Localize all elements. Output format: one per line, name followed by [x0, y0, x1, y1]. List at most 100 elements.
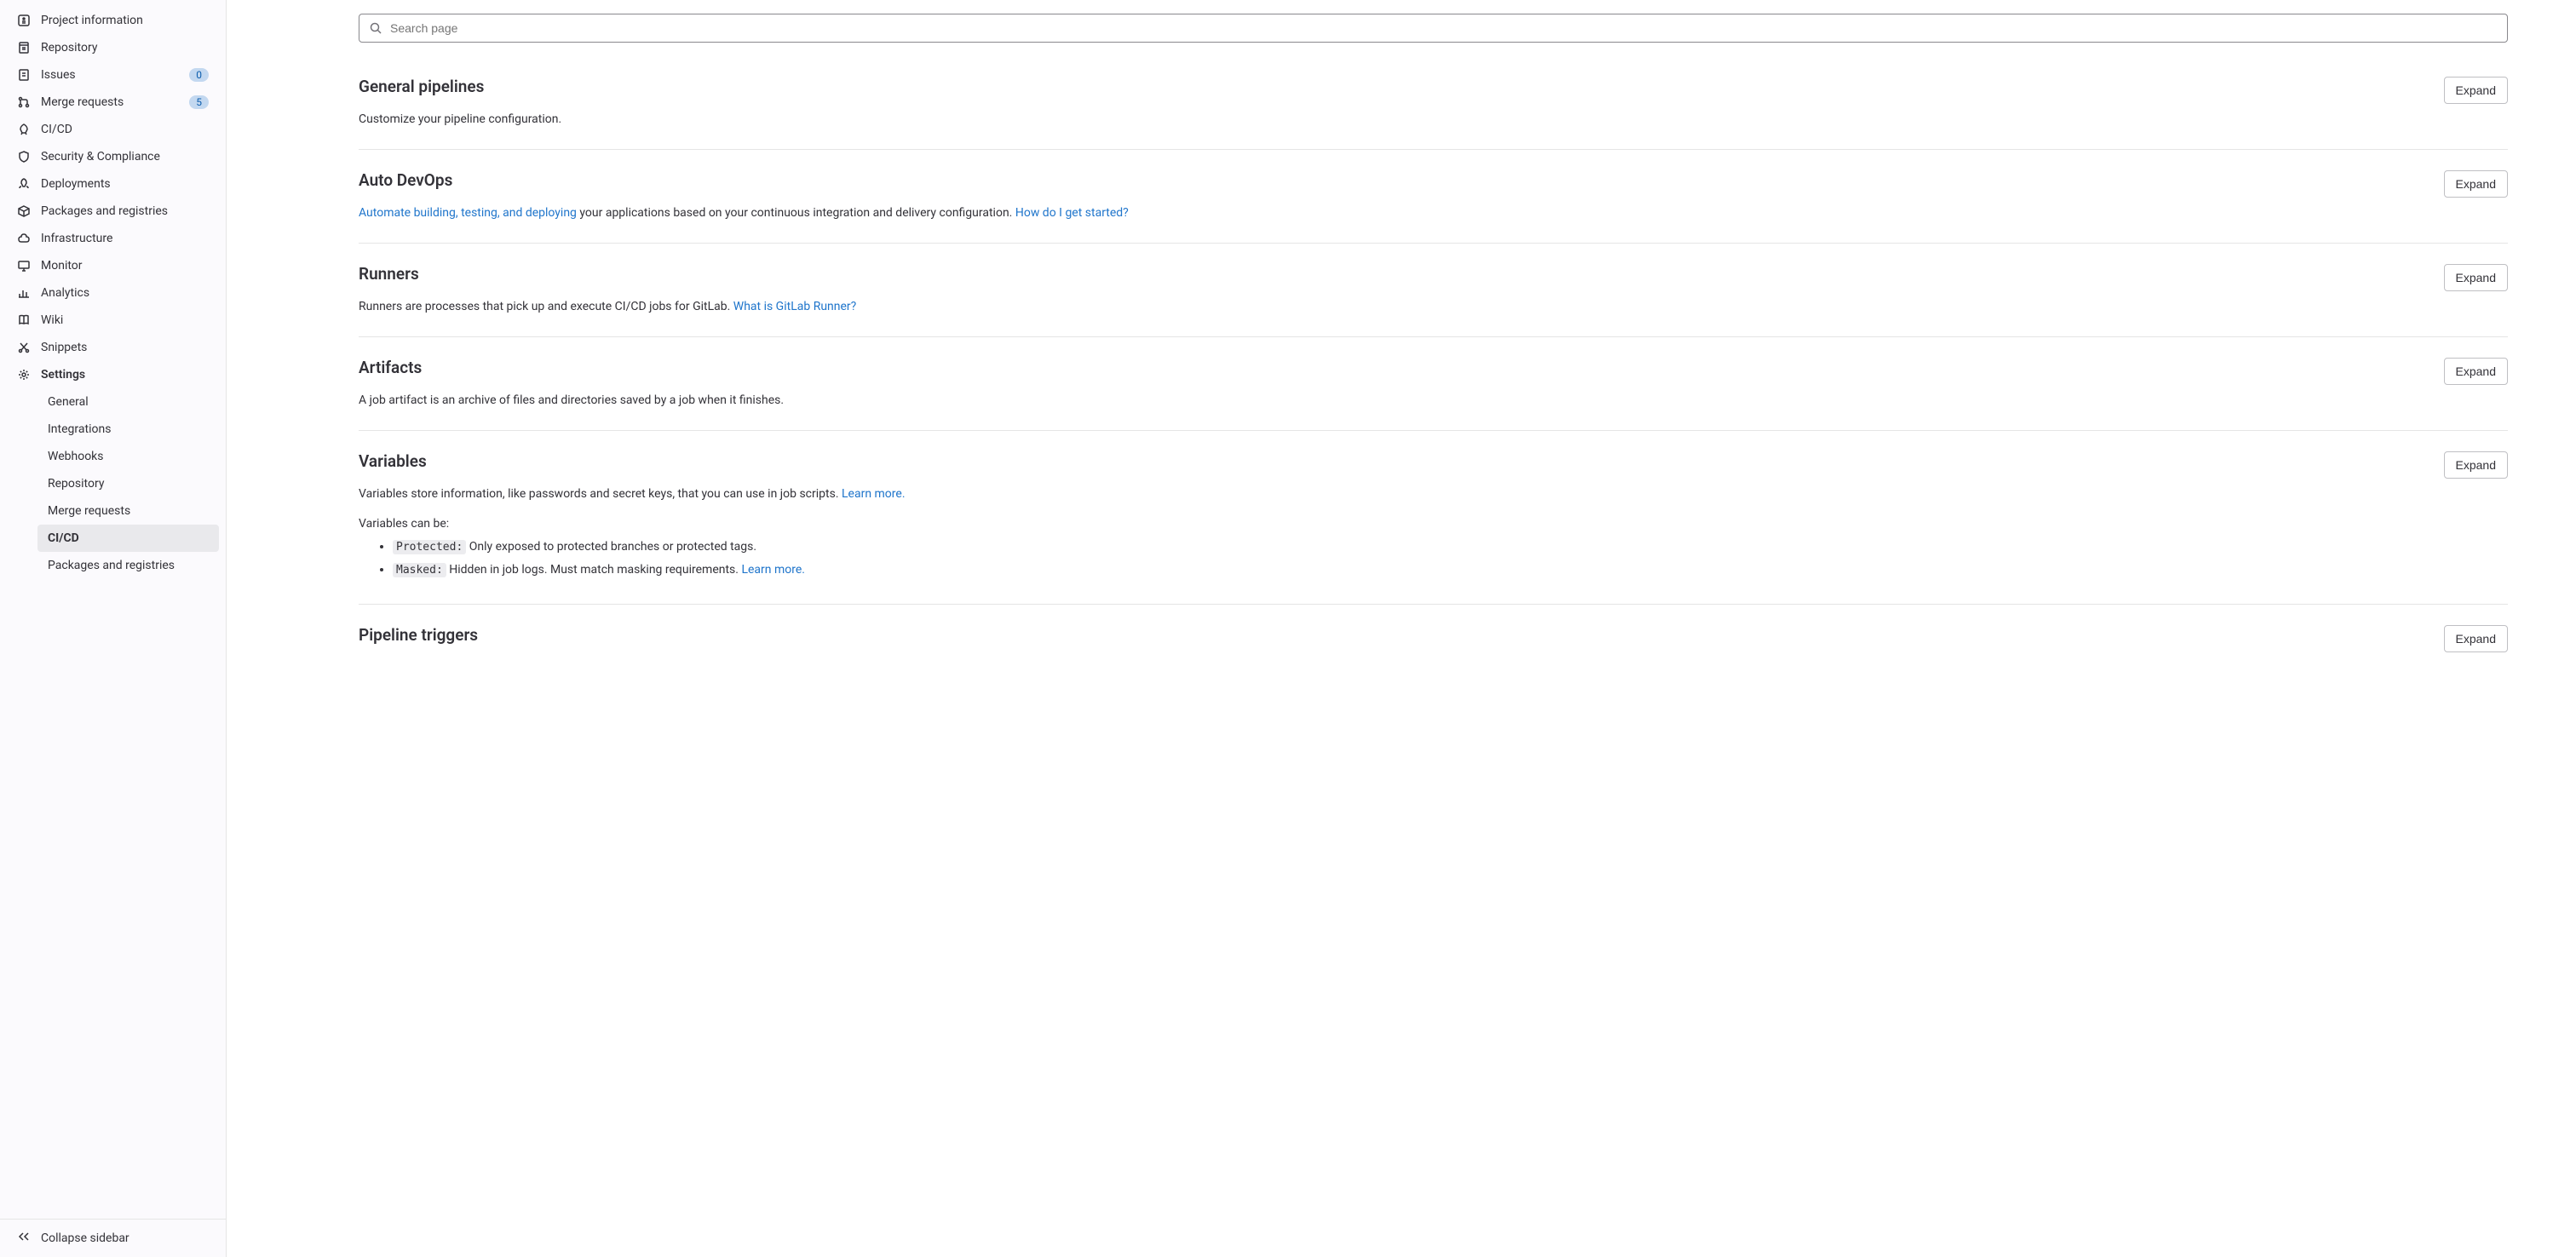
variable-types-list: Protected: Only exposed to protected bra… [359, 537, 2508, 580]
section-header: General pipelines Expand [359, 77, 2508, 104]
sidebar-item-analytics[interactable]: Analytics [7, 279, 219, 307]
runner-link[interactable]: What is GitLab Runner? [733, 300, 857, 313]
protected-desc: Only exposed to protected branches or pr… [466, 540, 756, 554]
search-container [359, 14, 2508, 43]
gear-icon [17, 368, 31, 382]
list-item: Protected: Only exposed to protected bra… [393, 537, 2508, 557]
sidebar-item-label: Settings [41, 368, 85, 382]
expand-button[interactable]: Expand [2444, 170, 2508, 198]
sidebar-item-project-information[interactable]: Project information [7, 7, 219, 34]
expand-button[interactable]: Expand [2444, 264, 2508, 291]
repository-icon [17, 41, 31, 55]
sidebar-sub-repository[interactable]: Repository [37, 470, 219, 497]
variables-can-be: Variables can be: [359, 517, 2508, 531]
expand-button[interactable]: Expand [2444, 358, 2508, 385]
project-icon [17, 14, 31, 27]
sidebar-item-monitor[interactable]: Monitor [7, 252, 219, 279]
mr-badge: 5 [189, 95, 209, 109]
section-header: Runners Expand [359, 264, 2508, 291]
sidebar: Project information Repository Issues 0 … [0, 0, 227, 1257]
sidebar-item-cicd[interactable]: CI/CD [7, 116, 219, 143]
collapse-sidebar-button[interactable]: Collapse sidebar [0, 1219, 226, 1257]
merge-icon [17, 95, 31, 109]
sidebar-sub-packages[interactable]: Packages and registries [37, 552, 219, 579]
masked-code: Masked: [393, 563, 446, 577]
sidebar-sub-merge-requests[interactable]: Merge requests [37, 497, 219, 525]
sidebar-sub-label: Repository [48, 477, 104, 491]
sidebar-sub-label: Merge requests [48, 504, 130, 518]
section-title: General pipelines [359, 77, 484, 96]
issues-icon [17, 68, 31, 82]
sidebar-sub-label: General [48, 395, 89, 409]
rocket-icon [17, 123, 31, 136]
package-icon [17, 204, 31, 218]
sidebar-nav: Project information Repository Issues 0 … [0, 0, 226, 1219]
expand-button[interactable]: Expand [2444, 625, 2508, 652]
sidebar-sub-label: CI/CD [48, 531, 79, 545]
sidebar-sub-label: Webhooks [48, 450, 104, 463]
list-item: Masked: Hidden in job logs. Must match m… [393, 560, 2508, 580]
masked-learn-more-link[interactable]: Learn more. [741, 563, 805, 577]
book-icon [17, 313, 31, 327]
section-runners: Runners Expand Runners are processes tha… [359, 264, 2508, 337]
section-variables: Variables Expand Variables store informa… [359, 451, 2508, 605]
sidebar-item-label: Project information [41, 14, 143, 27]
sidebar-item-merge-requests[interactable]: Merge requests 5 [7, 89, 219, 116]
sidebar-sub-cicd[interactable]: CI/CD [37, 525, 219, 552]
section-header: Artifacts Expand [359, 358, 2508, 385]
sidebar-item-issues[interactable]: Issues 0 [7, 61, 219, 89]
sidebar-item-label: Merge requests [41, 95, 124, 109]
chevron-left-icon [17, 1230, 31, 1247]
sidebar-item-infrastructure[interactable]: Infrastructure [7, 225, 219, 252]
sidebar-sub-label: Integrations [48, 422, 111, 436]
search-input[interactable] [359, 14, 2508, 43]
infrastructure-icon [17, 232, 31, 245]
sidebar-sub-integrations[interactable]: Integrations [37, 416, 219, 443]
section-title: Pipeline triggers [359, 625, 478, 645]
collapse-label: Collapse sidebar [41, 1231, 129, 1245]
section-auto-devops: Auto DevOps Expand Automate building, te… [359, 170, 2508, 244]
expand-button[interactable]: Expand [2444, 451, 2508, 479]
issues-badge: 0 [189, 68, 209, 82]
shield-icon [17, 150, 31, 164]
variables-extra: Variables can be: Protected: Only expose… [359, 517, 2508, 580]
sidebar-item-label: Infrastructure [41, 232, 112, 245]
snippets-icon [17, 341, 31, 354]
sidebar-item-wiki[interactable]: Wiki [7, 307, 219, 334]
search-icon [369, 21, 382, 35]
sidebar-item-settings[interactable]: Settings [7, 361, 219, 388]
sidebar-item-snippets[interactable]: Snippets [7, 334, 219, 361]
section-header: Auto DevOps Expand [359, 170, 2508, 198]
section-title: Variables [359, 451, 427, 471]
section-pipeline-triggers: Pipeline triggers Expand [359, 625, 2508, 680]
desc-text: your applications based on your continuo… [577, 206, 1015, 220]
sidebar-item-label: Repository [41, 41, 97, 55]
sidebar-item-label: CI/CD [41, 123, 72, 136]
deployments-icon [17, 177, 31, 191]
section-title: Runners [359, 264, 419, 284]
learn-more-link[interactable]: Learn more. [842, 487, 906, 501]
sidebar-item-label: Wiki [41, 313, 63, 327]
sidebar-sub-general[interactable]: General [37, 388, 219, 416]
autodevops-link[interactable]: Automate building, testing, and deployin… [359, 206, 577, 220]
section-header: Pipeline triggers Expand [359, 625, 2508, 652]
expand-button[interactable]: Expand [2444, 77, 2508, 104]
section-title: Auto DevOps [359, 170, 452, 190]
masked-desc: Hidden in job logs. Must match masking r… [446, 563, 742, 577]
section-header: Variables Expand [359, 451, 2508, 479]
sidebar-item-label: Snippets [41, 341, 87, 354]
sidebar-item-packages[interactable]: Packages and registries [7, 198, 219, 225]
sidebar-item-label: Packages and registries [41, 204, 168, 218]
protected-code: Protected: [393, 540, 466, 554]
sidebar-item-label: Issues [41, 68, 76, 82]
sidebar-item-security[interactable]: Security & Compliance [7, 143, 219, 170]
sidebar-sub-webhooks[interactable]: Webhooks [37, 443, 219, 470]
section-desc: Automate building, testing, and deployin… [359, 204, 2508, 222]
sidebar-item-deployments[interactable]: Deployments [7, 170, 219, 198]
settings-submenu: General Integrations Webhooks Repository… [7, 388, 219, 579]
get-started-link[interactable]: How do I get started? [1015, 206, 1129, 220]
section-general-pipelines: General pipelines Expand Customize your … [359, 77, 2508, 150]
section-desc: Variables store information, like passwo… [359, 485, 2508, 503]
sidebar-item-label: Security & Compliance [41, 150, 160, 164]
sidebar-item-repository[interactable]: Repository [7, 34, 219, 61]
